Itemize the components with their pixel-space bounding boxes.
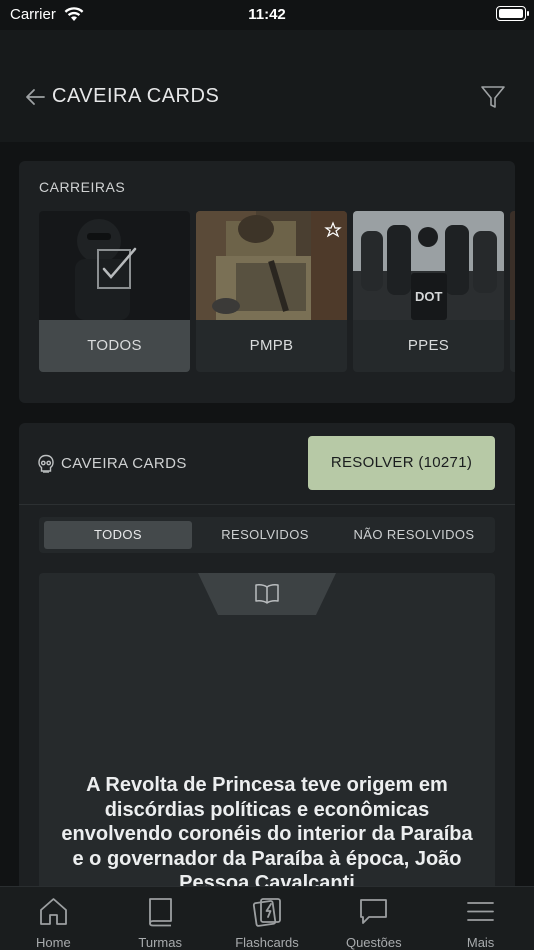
flashcards-icon [252,898,281,927]
tab-home[interactable]: Home [0,887,107,950]
career-carousel[interactable]: TODOS PMPB DOT PPES [39,211,515,373]
open-book-icon [255,584,279,604]
back-arrow-icon[interactable] [24,86,46,108]
clock: 11:42 [248,6,286,23]
filter-icon[interactable] [480,84,506,110]
skull-icon [38,454,54,473]
home-icon [40,898,67,925]
battery-icon [496,6,529,21]
career-name: PMPB [249,337,294,354]
careers-panel: CARREIRAS TODOS PMPB DOT PPES [19,161,515,403]
filter-tab-todos[interactable]: TODOS [44,521,192,549]
tab-mais[interactable]: Mais [427,887,534,950]
careers-label: CARREIRAS [39,179,126,195]
flashcard-question-text: A Revolta de Princesa teve origem em dis… [61,774,473,893]
filter-tab-resolvidos[interactable]: RESOLVIDOS [191,521,339,549]
hamburger-menu-icon [467,902,495,921]
career-card-ppes[interactable]: DOT PPES [353,211,504,372]
tab-turmas[interactable]: Turmas [107,887,214,950]
career-image-todos [39,211,190,320]
tab-label: Questões [345,935,402,950]
career-badge-text: DOT [415,289,443,304]
chat-bubble-icon [360,899,388,924]
bottom-tab-bar: Home Turmas Flashcards Questões Mais [0,886,534,950]
filter-tab-nao-resolvidos[interactable]: NÃO RESOLVIDOS [339,521,489,549]
resolve-button[interactable]: RESOLVER (10271) [308,436,495,490]
app-header: CAVEIRA CARDS [0,30,534,142]
career-image-partial [510,211,515,320]
career-card-todos[interactable]: TODOS [39,211,190,372]
flashcard[interactable]: A Revolta de Princesa teve origem em dis… [39,573,495,893]
page-title: CAVEIRA CARDS [52,85,220,107]
career-name: TODOS [39,320,190,372]
tab-questoes[interactable]: Questões [320,887,427,950]
tab-label: Turmas [138,935,182,950]
tab-label: Flashcards [235,935,299,950]
divider [19,504,515,505]
tab-label: Home [36,935,71,950]
section-label: CAVEIRA CARDS [61,455,187,472]
tab-flashcards[interactable]: Flashcards [214,887,321,950]
career-name: PPES [407,337,450,354]
tab-label: Mais [466,935,495,950]
book-icon [148,898,172,927]
filter-segmented-control: TODOS RESOLVIDOS NÃO RESOLVIDOS [39,517,495,553]
caveira-cards-panel: CAVEIRA CARDS RESOLVER (10271) TODOS RES… [19,423,515,893]
status-bar: Carrier 11:42 [0,0,534,30]
career-image-pmpb [196,211,347,320]
career-card-partial[interactable] [510,211,515,372]
career-card-pmpb[interactable]: PMPB [196,211,347,372]
